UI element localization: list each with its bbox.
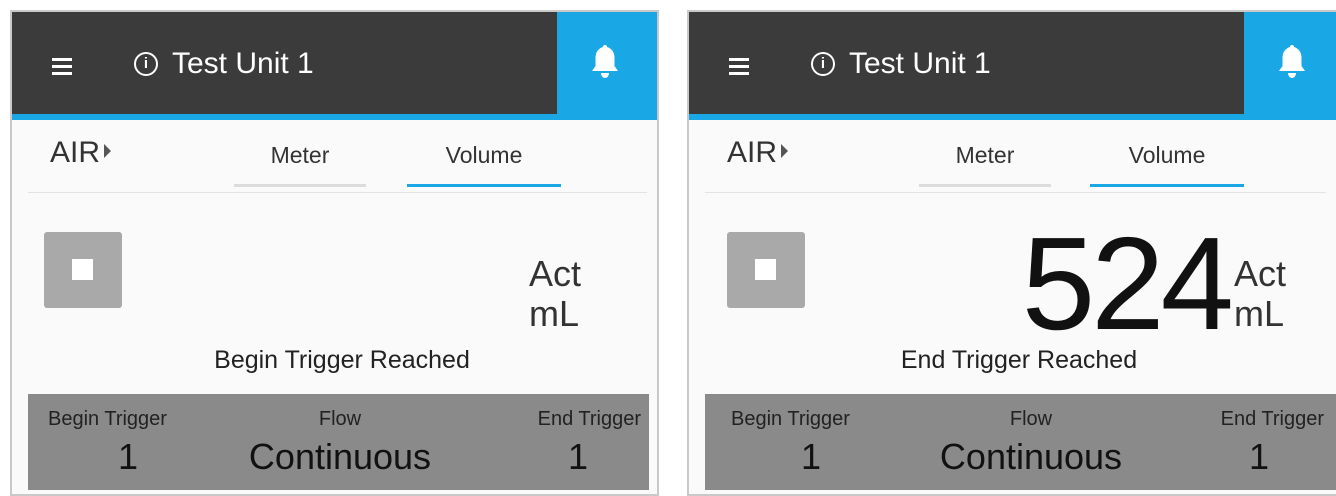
gas-label: AIR <box>50 136 101 169</box>
unit-type: Act <box>1234 253 1287 294</box>
tab-volume-indicator <box>1090 184 1244 187</box>
status-footer: Begin Trigger 1 Flow Continuous End Trig… <box>28 394 649 490</box>
status-message: Begin Trigger Reached <box>214 346 470 374</box>
alarms-button[interactable] <box>557 12 657 114</box>
gas-selector[interactable]: AIR <box>50 136 112 170</box>
stop-icon <box>755 259 776 280</box>
unit-label: mL <box>529 293 580 334</box>
status-footer: Begin Trigger 1 Flow Continuous End Trig… <box>705 394 1336 490</box>
end-trigger-value: 1 <box>1248 436 1270 477</box>
hamburger-menu-icon[interactable] <box>52 58 76 76</box>
bell-icon <box>592 45 618 78</box>
unit-label: mL <box>1234 293 1285 334</box>
end-trigger-value: 1 <box>567 436 589 477</box>
begin-trigger-label: Begin Trigger <box>48 408 167 430</box>
gas-label: AIR <box>727 136 778 169</box>
device-screen-left: i Test Unit 1 AIR Meter Volume Act mL Be… <box>10 10 659 496</box>
hamburger-menu-icon[interactable] <box>729 58 753 76</box>
flow-value: Continuous <box>248 436 432 477</box>
app-header <box>689 12 1336 114</box>
caret-right-icon <box>104 144 112 158</box>
stop-button[interactable] <box>727 232 805 308</box>
tab-divider <box>28 192 647 193</box>
flow-value: Continuous <box>939 436 1123 477</box>
begin-trigger-label: Begin Trigger <box>731 408 850 430</box>
tab-volume[interactable]: Volume <box>407 142 561 169</box>
info-circle-icon[interactable]: i <box>811 52 835 76</box>
bell-icon <box>1279 45 1305 78</box>
caret-right-icon <box>781 144 789 158</box>
end-trigger-label: End Trigger <box>1220 408 1324 430</box>
stop-icon <box>72 259 93 280</box>
tab-volume[interactable]: Volume <box>1090 142 1244 169</box>
unit-title: Test Unit 1 <box>172 47 314 80</box>
unit-type: Act <box>529 253 582 294</box>
end-trigger-label: End Trigger <box>537 408 641 430</box>
stop-button[interactable] <box>44 232 122 308</box>
gas-selector[interactable]: AIR <box>727 136 789 170</box>
tab-meter-indicator <box>919 184 1051 187</box>
tab-meter[interactable]: Meter <box>919 142 1051 169</box>
status-message: End Trigger Reached <box>900 346 1138 374</box>
tab-volume-indicator <box>407 184 561 187</box>
begin-trigger-value: 1 <box>800 436 822 477</box>
begin-trigger-value: 1 <box>117 436 139 477</box>
tab-meter-indicator <box>234 184 366 187</box>
flow-label: Flow <box>1009 408 1053 430</box>
unit-title: Test Unit 1 <box>849 47 991 80</box>
tab-divider <box>705 192 1326 193</box>
device-screen-right: i Test Unit 1 AIR Meter Volume 524 Act m… <box>687 10 1336 496</box>
tab-meter[interactable]: Meter <box>234 142 366 169</box>
flow-label: Flow <box>318 408 362 430</box>
info-circle-icon[interactable]: i <box>134 52 158 76</box>
alarms-button[interactable] <box>1244 12 1336 114</box>
volume-value: 524 <box>1021 210 1234 357</box>
